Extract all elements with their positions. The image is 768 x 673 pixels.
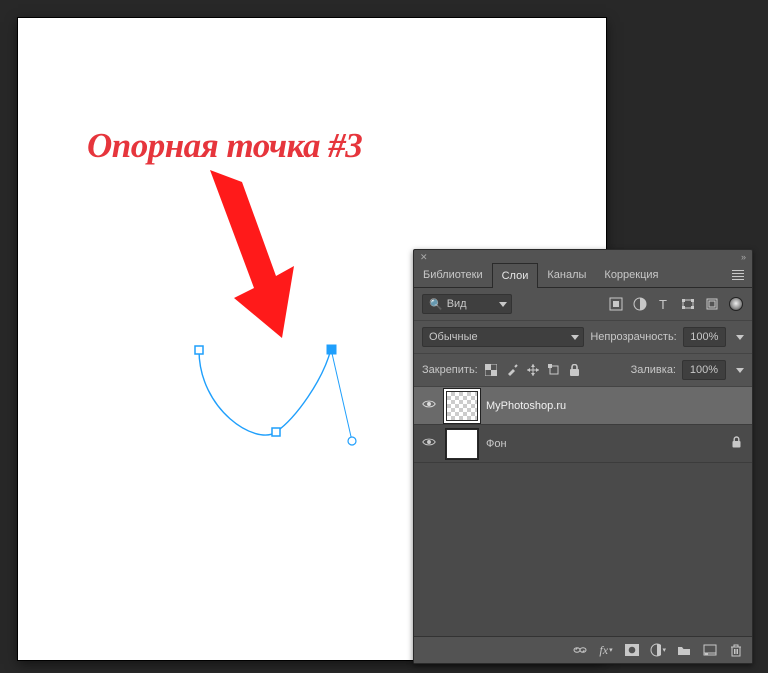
- fill-label: Заливка:: [631, 364, 676, 376]
- filter-type-icon[interactable]: T: [656, 296, 672, 312]
- layer-thumbnail[interactable]: [446, 391, 478, 421]
- tab-channels[interactable]: Каналы: [538, 262, 595, 287]
- layer-style-icon[interactable]: fx▾: [598, 642, 614, 658]
- new-group-icon[interactable]: [676, 642, 692, 658]
- blend-mode-value: Обычные: [429, 331, 478, 343]
- filter-adjustment-icon[interactable]: [632, 296, 648, 312]
- visibility-toggle[interactable]: [420, 399, 438, 412]
- filter-row: 🔍 Вид T: [414, 288, 752, 321]
- panel-tabs: Библиотеки Слои Каналы Коррекция: [414, 262, 752, 288]
- filter-kind-select[interactable]: 🔍 Вид: [422, 294, 512, 314]
- panel-titlebar: ✕ »: [414, 250, 752, 258]
- caret-down-icon: [499, 302, 507, 307]
- direction-point[interactable]: [348, 437, 356, 445]
- filter-pixel-icon[interactable]: [608, 296, 624, 312]
- new-layer-icon[interactable]: [702, 642, 718, 658]
- lock-all-icon[interactable]: [568, 363, 582, 377]
- delete-layer-icon[interactable]: [728, 642, 744, 658]
- anchor-point-3[interactable]: [327, 345, 336, 354]
- anchor-point-2[interactable]: [272, 428, 280, 436]
- layer-row[interactable]: MyPhotoshop.ru: [414, 387, 752, 425]
- lock-paint-icon[interactable]: [505, 363, 519, 377]
- layer-name[interactable]: Фон: [486, 438, 720, 450]
- caret-down-icon[interactable]: [736, 368, 744, 373]
- lock-position-icon[interactable]: [526, 363, 540, 377]
- fill-value[interactable]: 100%: [682, 360, 726, 380]
- close-icon[interactable]: ✕: [420, 252, 428, 263]
- blend-mode-select[interactable]: Обычные: [422, 327, 584, 347]
- lock-artboard-icon[interactable]: [547, 363, 561, 377]
- lock-icon[interactable]: [728, 436, 744, 451]
- lock-transparent-icon[interactable]: [484, 363, 498, 377]
- blend-row: Обычные Непрозрачность: 100%: [414, 321, 752, 354]
- pen-path[interactable]: [168, 318, 408, 478]
- opacity-value[interactable]: 100%: [683, 327, 726, 347]
- lock-label: Закрепить:: [422, 364, 478, 376]
- caret-down-icon[interactable]: [736, 335, 744, 340]
- layers-panel[interactable]: ✕ » Библиотеки Слои Каналы Коррекция 🔍 В…: [413, 249, 753, 664]
- adjustment-layer-icon[interactable]: ▾: [650, 642, 666, 658]
- link-layers-icon[interactable]: [572, 642, 588, 658]
- layer-row[interactable]: Фон: [414, 425, 752, 463]
- tab-libraries[interactable]: Библиотеки: [414, 262, 492, 287]
- lock-row: Закрепить: Заливка: 100%: [414, 354, 752, 387]
- layer-name[interactable]: MyPhotoshop.ru: [486, 400, 744, 412]
- panel-footer: fx▾ ▾: [414, 636, 752, 663]
- layers-list: MyPhotoshop.ru Фон: [414, 387, 752, 636]
- filter-toggle[interactable]: [728, 296, 744, 312]
- opacity-label: Непрозрачность:: [590, 331, 676, 343]
- annotation-label: Опорная точка #3: [87, 126, 362, 166]
- anchor-point-1[interactable]: [195, 346, 203, 354]
- direction-line[interactable]: [331, 349, 352, 441]
- add-mask-icon[interactable]: [624, 642, 640, 658]
- caret-down-icon: [571, 335, 579, 340]
- filter-kind-value: Вид: [447, 298, 467, 310]
- collapse-icon[interactable]: »: [741, 252, 746, 262]
- svg-text:T: T: [659, 297, 667, 311]
- visibility-toggle[interactable]: [420, 437, 438, 450]
- panel-menu-icon[interactable]: [724, 266, 752, 284]
- tab-adjustments[interactable]: Коррекция: [595, 262, 667, 287]
- search-icon: 🔍: [429, 298, 443, 311]
- layer-thumbnail[interactable]: [446, 429, 478, 459]
- path-segment[interactable]: [199, 349, 331, 435]
- filter-smart-icon[interactable]: [704, 296, 720, 312]
- tab-layers[interactable]: Слои: [492, 263, 539, 288]
- filter-shape-icon[interactable]: [680, 296, 696, 312]
